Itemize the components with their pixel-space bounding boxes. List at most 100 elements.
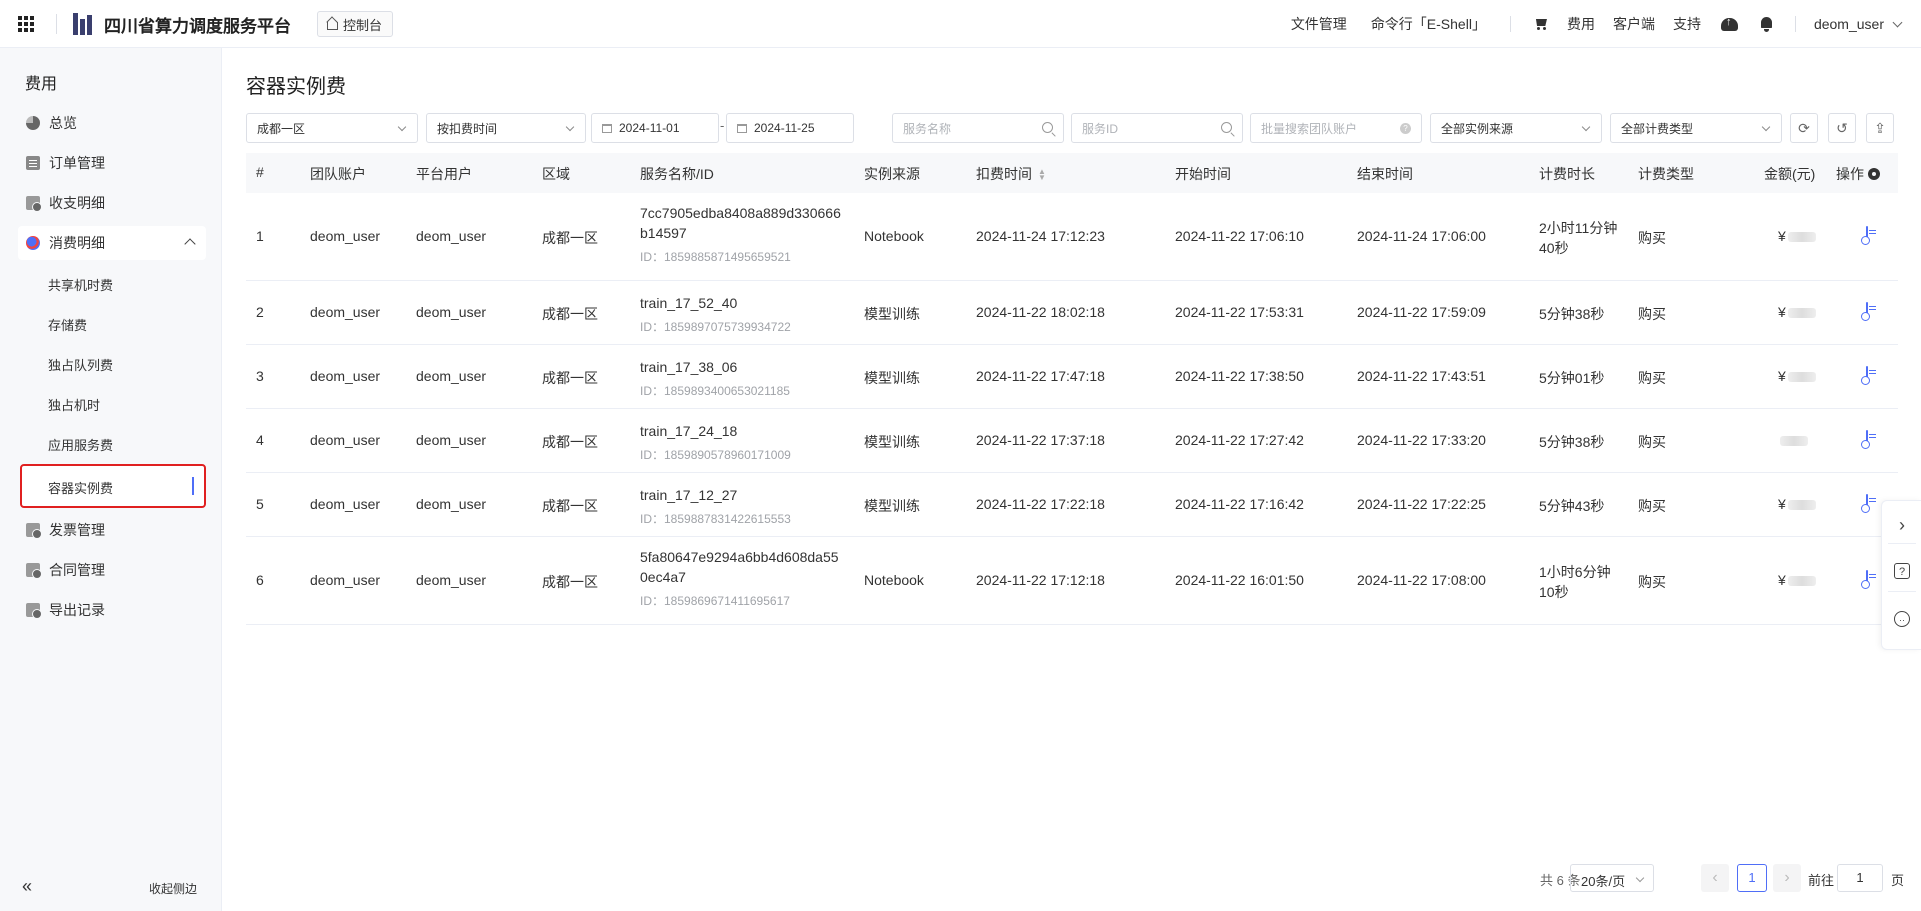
chat-icon[interactable]: ··: [1894, 611, 1910, 627]
region-select[interactable]: 成都一区: [246, 113, 418, 143]
chevron-right-icon[interactable]: ›: [1894, 516, 1910, 534]
chevron-down-icon[interactable]: [1892, 17, 1903, 27]
sidebar-sub-queue[interactable]: 独占队列费: [48, 355, 113, 374]
sort-icon[interactable]: ▲ ▼: [1038, 168, 1046, 182]
row-start-time: 2024-11-22 17:16:42: [1175, 496, 1304, 512]
sidebar-sub-container: 容器实例费: [48, 481, 114, 496]
row-service: train_17_38_06 ID：1859893400653021185: [640, 357, 846, 401]
user-menu[interactable]: deom_user: [1814, 16, 1884, 32]
col-start-time: 开始时间: [1175, 166, 1231, 182]
view-detail-icon[interactable]: [1866, 430, 1868, 448]
brand-title: 四川省算力调度服务平台: [104, 17, 291, 36]
home-icon: [326, 18, 339, 30]
team-batch-search-input[interactable]: 批量搜索团队账户 ?: [1250, 113, 1422, 143]
date-end-value: 2024-11-25: [754, 121, 815, 135]
sidebar-item-contract[interactable]: 合同管理: [18, 553, 206, 587]
gear-icon[interactable]: [1868, 168, 1880, 180]
service-id-input[interactable]: 服务ID: [1071, 113, 1243, 143]
view-detail-icon[interactable]: [1866, 494, 1868, 512]
service-name: 5fa80647e9294a6bb4d608da550ec4a7: [640, 549, 839, 585]
view-detail-icon[interactable]: [1866, 226, 1868, 244]
divider: [1794, 16, 1796, 32]
chevron-up-icon: [184, 238, 196, 250]
billing-type-select[interactable]: 全部计费类型: [1610, 113, 1782, 143]
row-team: deom_user: [310, 368, 381, 384]
col-actions: 操作: [1836, 164, 1880, 184]
sidebar-sub-shared[interactable]: 共享机时费: [48, 275, 113, 294]
service-id: ID：1859893400653021185: [640, 384, 790, 398]
goto-page-input[interactable]: 1: [1837, 864, 1883, 892]
help-doc-icon[interactable]: ?: [1894, 563, 1910, 579]
file-manager-link[interactable]: 文件管理: [1291, 14, 1347, 34]
client-link[interactable]: 客户端: [1613, 14, 1655, 34]
prev-page-button[interactable]: ‹: [1701, 864, 1729, 892]
bell-icon[interactable]: [1760, 16, 1773, 32]
service-id: ID：1859887831422615553: [640, 512, 791, 526]
date-start-input[interactable]: 2024-11-01: [591, 113, 719, 143]
sidebar-item-income[interactable]: 收支明细: [18, 186, 206, 220]
source-select[interactable]: 全部实例来源: [1430, 113, 1602, 143]
cost-link[interactable]: 费用: [1567, 14, 1595, 34]
row-start-time: 2024-11-22 17:53:31: [1175, 304, 1304, 320]
sidebar-sub-exclusive[interactable]: 独占机时: [48, 395, 100, 414]
col-team: 团队账户: [310, 166, 366, 182]
view-detail-icon[interactable]: [1866, 302, 1868, 320]
col-charge-time[interactable]: 扣费时间 ▲ ▼: [976, 164, 1046, 184]
sidebar-item-export[interactable]: 导出记录: [18, 593, 206, 627]
row-team: deom_user: [310, 572, 381, 588]
collapse-sidebar-label[interactable]: 收起侧边: [149, 880, 197, 897]
export-icon[interactable]: ⇪: [1866, 113, 1894, 143]
search-icon[interactable]: [1042, 122, 1053, 133]
reset-icon[interactable]: ↺: [1828, 113, 1856, 143]
ledger-icon: [26, 196, 42, 212]
view-detail-icon[interactable]: [1866, 570, 1868, 588]
top-right-nav: 文件管理 命令行「E-Shell」 费用 客户端 支持 deom_user: [1291, 0, 1921, 48]
page-suffix: 页: [1891, 873, 1905, 888]
sidebar-sub-app[interactable]: 应用服务费: [48, 435, 113, 454]
sidebar-item-orders[interactable]: 订单管理: [18, 146, 206, 180]
region-select-value: 成都一区: [257, 121, 306, 136]
export-icon: [26, 603, 42, 619]
row-amount: ¥: [1778, 572, 1816, 588]
next-page-button[interactable]: ›: [1773, 864, 1801, 892]
sidebar-item-invoice[interactable]: 发票管理: [18, 513, 206, 547]
date-end-input[interactable]: 2024-11-25: [726, 113, 854, 143]
date-separator: -: [720, 118, 725, 133]
service-name-input[interactable]: 服务名称: [892, 113, 1064, 143]
search-icon[interactable]: [1221, 122, 1232, 133]
row-end-time: 2024-11-22 17:43:51: [1357, 368, 1486, 384]
row-charge-time: 2024-11-22 18:02:18: [976, 304, 1105, 320]
console-button[interactable]: 控制台: [317, 11, 394, 37]
cart-icon[interactable]: [1533, 17, 1549, 31]
support-link[interactable]: 支持: [1673, 14, 1701, 34]
sidebar-item-spend[interactable]: 消费明细: [18, 226, 206, 260]
view-detail-icon[interactable]: [1866, 366, 1868, 384]
collapse-icon[interactable]: «: [22, 876, 32, 897]
help-icon[interactable]: ?: [1400, 123, 1411, 134]
billing-type-value: 全部计费类型: [1621, 121, 1694, 136]
sidebar-title: 费用: [25, 76, 58, 93]
page-number-current[interactable]: 1: [1737, 864, 1767, 892]
time-type-select[interactable]: 按扣费时间: [426, 113, 586, 143]
row-charge-time: 2024-11-24 17:12:23: [976, 228, 1105, 244]
sidebar-item-overview[interactable]: 总览: [18, 106, 206, 140]
refresh-icon[interactable]: ⟳: [1790, 113, 1818, 143]
row-billing-type: 购买: [1638, 230, 1666, 246]
sidebar-sub-storage[interactable]: 存储费: [48, 315, 87, 334]
page-size-select[interactable]: 20条/页: [1570, 864, 1654, 892]
app-grid-icon[interactable]: [18, 16, 34, 32]
eshell-link[interactable]: 命令行「E-Shell」: [1371, 14, 1486, 34]
sidebar-item-label: 发票管理: [49, 522, 105, 538]
row-duration: 2小时11分钟40秒: [1539, 220, 1618, 256]
sidebar-item-label: 导出记录: [49, 602, 105, 618]
row-source: 模型训练: [864, 370, 920, 386]
pie-chart-icon: [26, 116, 40, 130]
table-row: 6 deom_user deom_user 成都一区 5fa80647e9294a6bb…: [246, 537, 1898, 625]
cloud-upload-icon[interactable]: [1720, 16, 1738, 31]
sidebar-item-label: 消费明细: [49, 235, 105, 251]
row-amount: ¥: [1778, 496, 1816, 512]
redacted-amount: [1787, 576, 1816, 587]
sidebar-sub-container-selected[interactable]: 容器实例费: [20, 464, 206, 508]
row-source: Notebook: [864, 572, 924, 588]
row-source: 模型训练: [864, 306, 920, 322]
